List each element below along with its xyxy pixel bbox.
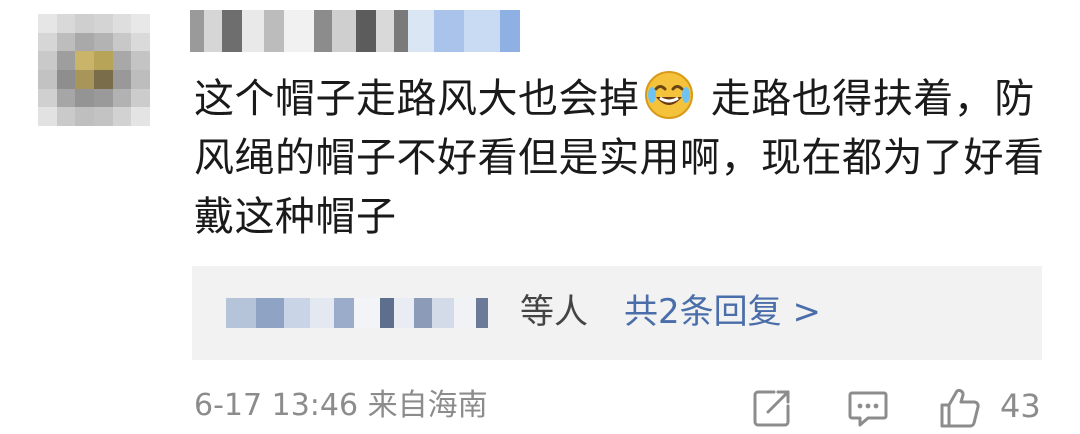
comment-icon[interactable] <box>846 386 890 430</box>
share-icon[interactable] <box>750 386 794 430</box>
comment-text-part1: 这个帽子走路风大也会掉 <box>194 76 640 122</box>
username[interactable] <box>190 10 520 52</box>
avatar[interactable] <box>38 14 150 126</box>
reply-summary-box[interactable]: 等人 共2条回复 > <box>192 266 1042 360</box>
comment-text: 这个帽子走路风大也会掉 走路也得扶着，防风绳的帽子不好看但是实用啊，现在都为了好… <box>194 70 1054 247</box>
like-icon[interactable] <box>938 386 982 430</box>
comment-meta: 6-17 13:46 来自海南 <box>194 388 488 423</box>
view-replies-link[interactable]: 共2条回复 > <box>624 290 821 334</box>
reply-suffix: 等人 <box>520 292 588 332</box>
reply-usernames[interactable] <box>226 294 488 332</box>
like-count: 43 <box>1000 387 1041 425</box>
laughing-tears-emoji-icon <box>644 70 694 120</box>
